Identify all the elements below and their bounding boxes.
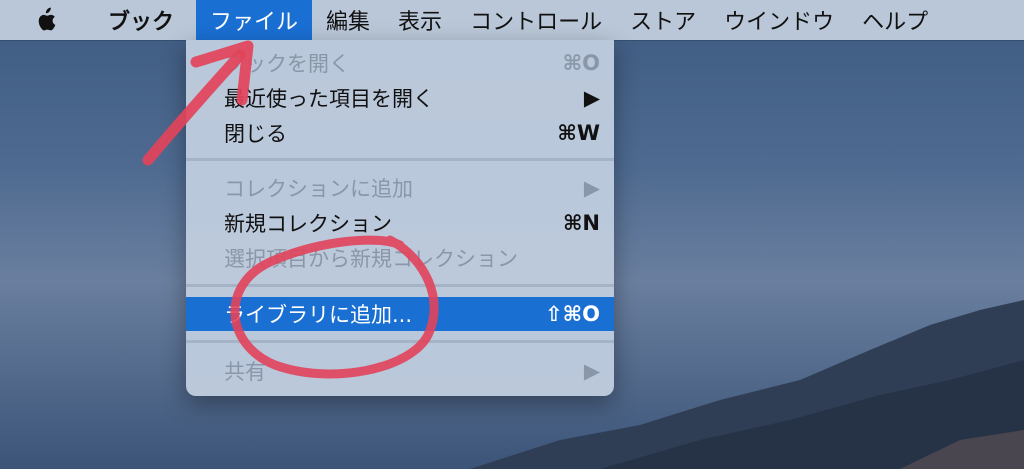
apple-logo-icon xyxy=(38,7,56,31)
menu-help[interactable]: ヘルプ xyxy=(848,0,942,40)
menu-item-add-to-library[interactable]: ライブラリに追加... ⇧⌘O xyxy=(186,297,614,331)
menu-separator xyxy=(186,158,614,161)
menu-item-open-book[interactable]: ブックを開く ⌘O xyxy=(186,46,614,80)
menu-view[interactable]: 表示 xyxy=(384,0,456,40)
shortcut-label: ⌘N xyxy=(562,211,600,235)
file-menu-dropdown: ブックを開く ⌘O 最近使った項目を開く ▶ 閉じる ⌘W コレクションに追加 … xyxy=(186,40,614,396)
menu-app-books[interactable]: ブック xyxy=(78,0,196,40)
menu-item-share[interactable]: 共有 ▶ xyxy=(186,354,614,388)
menu-item-label: 選択項目から新規コレクション xyxy=(224,247,518,271)
menu-item-label: ライブラリに追加... xyxy=(224,303,413,327)
menu-bar: ブック ファイル 編集 表示 コントロール ストア ウインドウ ヘルプ xyxy=(0,0,1024,40)
menu-item-add-to-collection[interactable]: コレクションに追加 ▶ xyxy=(186,171,614,205)
menu-item-label: 共有 xyxy=(224,360,266,384)
menu-item-label: コレクションに追加 xyxy=(224,177,413,201)
menu-edit[interactable]: 編集 xyxy=(312,0,384,40)
menu-separator xyxy=(186,340,614,343)
menu-item-new-collection-from-selection[interactable]: 選択項目から新規コレクション xyxy=(186,241,614,275)
menu-separator xyxy=(186,284,614,287)
menu-item-close[interactable]: 閉じる ⌘W xyxy=(186,116,614,150)
menu-window[interactable]: ウインドウ xyxy=(710,0,848,40)
menu-file[interactable]: ファイル xyxy=(196,0,313,40)
menu-item-label: 閉じる xyxy=(224,122,287,146)
menu-item-open-recent[interactable]: 最近使った項目を開く ▶ xyxy=(186,81,614,115)
menu-item-label: 新規コレクション xyxy=(224,212,392,236)
menu-controls[interactable]: コントロール xyxy=(456,0,616,40)
menu-item-label: ブックを開く xyxy=(224,52,350,76)
menu-store[interactable]: ストア xyxy=(616,0,710,40)
apple-menu[interactable] xyxy=(0,0,78,40)
shortcut-label: ⌘O xyxy=(562,51,600,75)
shortcut-label: ⌘W xyxy=(557,121,600,145)
submenu-arrow-icon: ▶ xyxy=(583,176,600,200)
menu-item-new-collection[interactable]: 新規コレクション ⌘N xyxy=(186,206,614,240)
submenu-arrow-icon: ▶ xyxy=(583,359,600,383)
submenu-arrow-icon: ▶ xyxy=(583,86,600,110)
menu-item-label: 最近使った項目を開く xyxy=(224,87,434,111)
shortcut-label: ⇧⌘O xyxy=(545,302,600,326)
